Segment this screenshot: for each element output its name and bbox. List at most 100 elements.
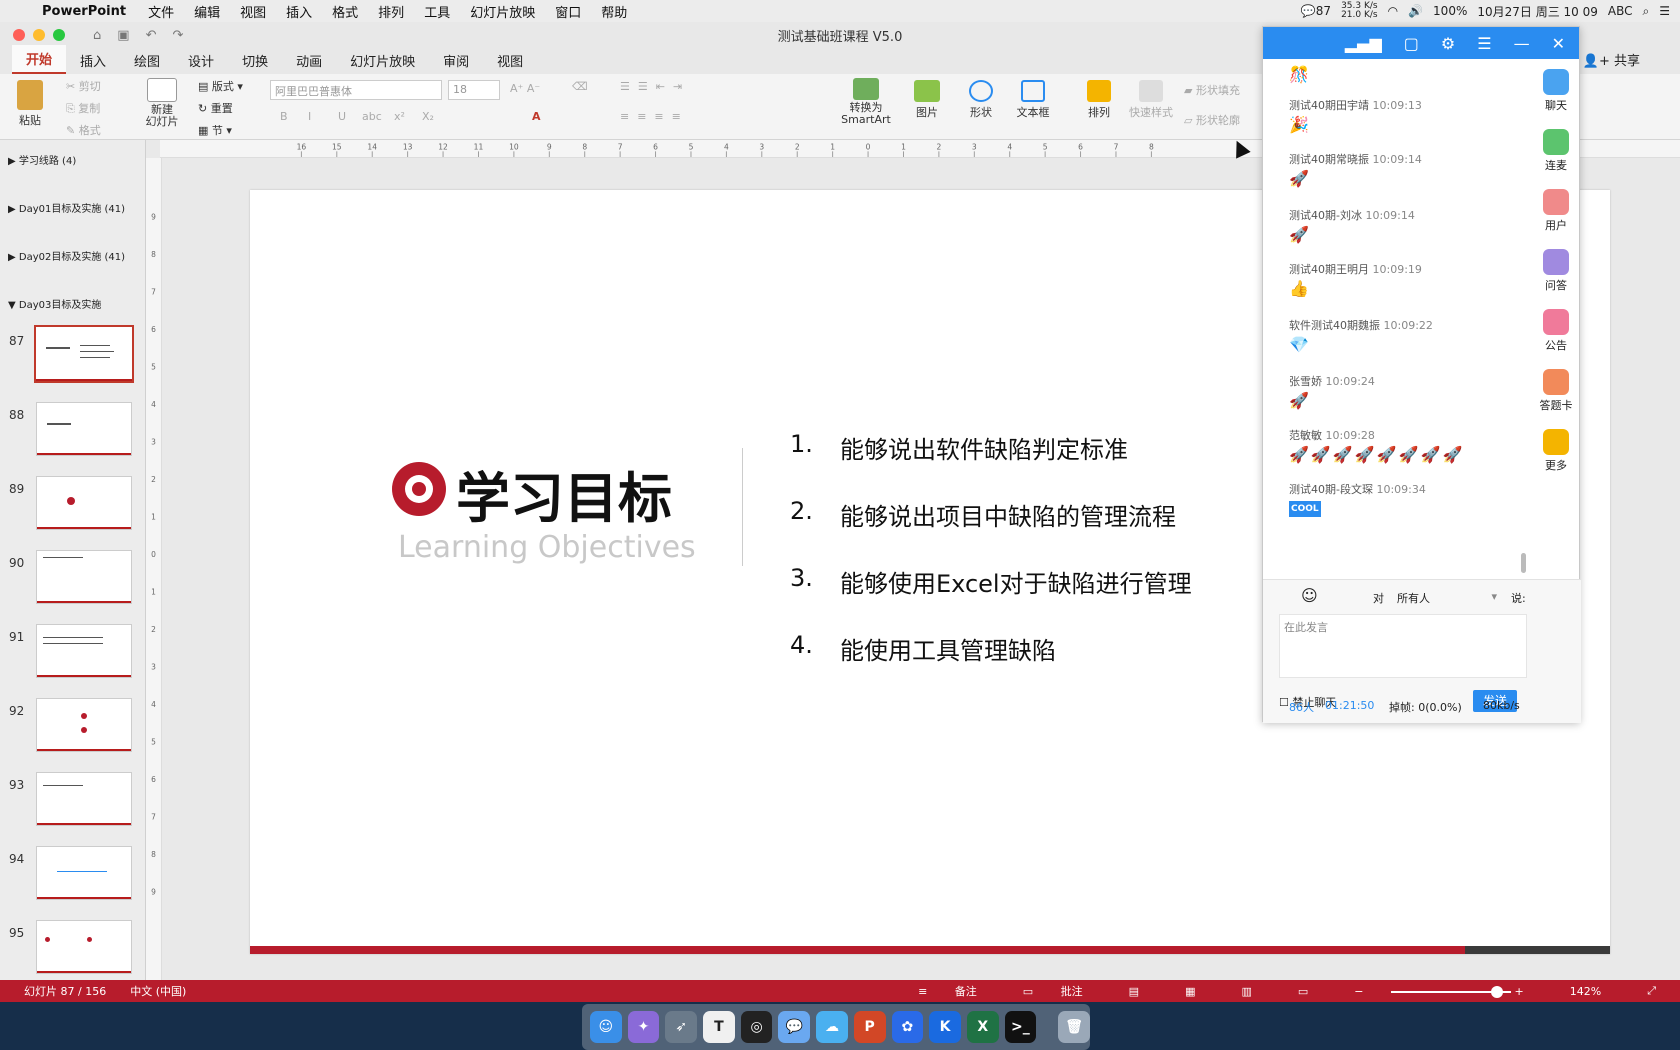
objective-item[interactable]: 4. 能使用工具管理缺陷 (790, 631, 1056, 666)
fit-window-icon[interactable]: ⤢ (1647, 984, 1656, 998)
chat-input[interactable]: 在此发言 (1279, 614, 1527, 678)
convert-smartart-button[interactable]: 转换为 SmartArt (840, 78, 892, 126)
reset-button[interactable]: ↻ 重置 (198, 100, 233, 116)
volume-icon[interactable]: 🔊 (1408, 4, 1423, 18)
chat-scrollbar[interactable] (1521, 553, 1526, 573)
safari-icon[interactable]: ◎ (740, 1011, 773, 1043)
cut-button[interactable]: ✂ 剪切 (66, 78, 101, 94)
strikethrough-button[interactable]: abc (362, 110, 382, 123)
slide-thumbnail-row[interactable]: 94 (0, 846, 146, 906)
input-method[interactable]: ABC (1608, 4, 1633, 18)
launchpad-icon[interactable]: ✦ (627, 1011, 660, 1043)
shape-button[interactable]: 形状 (964, 80, 998, 120)
font-size-select[interactable]: 18 (448, 80, 500, 100)
zoom-window-button[interactable] (53, 29, 65, 41)
wifi-icon[interactable]: ◠ (1388, 4, 1398, 18)
slideshow-view-icon[interactable]: ▭ (1298, 985, 1308, 998)
qa-tab[interactable]: 问答 (1537, 249, 1575, 293)
normal-view-icon[interactable]: ▤ (1129, 985, 1139, 998)
tab-animations[interactable]: 动画 (282, 47, 336, 74)
tab-view[interactable]: 视图 (483, 47, 537, 74)
quick-style-button[interactable]: 快速样式 (1126, 80, 1176, 120)
slide-thumbnail[interactable] (36, 846, 132, 900)
subscript-button[interactable]: X₂ (422, 110, 434, 123)
tab-insert[interactable]: 插入 (66, 47, 120, 74)
slide-thumbnail[interactable] (36, 402, 132, 456)
minimize-icon[interactable]: — (1514, 34, 1530, 53)
section-header[interactable]: ▶ 学习线路 (4) (8, 152, 76, 167)
users-tab[interactable]: 用户 (1537, 189, 1575, 233)
save-icon[interactable]: ▣ (117, 28, 129, 43)
layout-button[interactable]: ▤ 版式 ▾ (198, 78, 243, 94)
textbox-button[interactable]: 文本框 (1014, 80, 1052, 120)
cloud-icon[interactable]: ☁ (816, 1011, 848, 1043)
slide-thumbnail-row[interactable]: 95 (0, 920, 146, 980)
share-button[interactable]: 👤+ 共享 (1583, 50, 1640, 74)
copy-button[interactable]: ⎘ 复制 (66, 100, 100, 116)
minimize-window-button[interactable] (33, 29, 45, 41)
slide-title[interactable]: 学习目标 (456, 454, 672, 533)
objective-item[interactable]: 3. 能够使用Excel对于缺陷进行管理 (790, 564, 1192, 599)
font-name-select[interactable]: 阿里巴巴普惠体 (270, 80, 442, 100)
slide-thumbnail[interactable] (36, 920, 132, 974)
datetime[interactable]: 10月27日 周三 10 09 (1477, 3, 1598, 20)
slide-thumbnail[interactable] (36, 550, 132, 604)
settings-icon[interactable]: ⚙ (1441, 34, 1455, 53)
section-header[interactable]: ▼ Day03目标及实施 (8, 296, 101, 311)
menu-window[interactable]: 窗口 (545, 2, 591, 21)
signal-icon[interactable]: ▂▄▆ (1345, 34, 1382, 53)
chat-message-list[interactable]: 🎊 测试40期田宇靖 10:09:13 🎉 测试40期常晓振 10:09:14 … (1263, 59, 1533, 579)
objective-item[interactable]: 2. 能够说出项目中缺陷的管理流程 (790, 497, 1176, 532)
slide-counter[interactable]: 幻灯片 87 / 156 (24, 983, 106, 999)
language-indicator[interactable]: 中文 (中国) (130, 983, 186, 999)
chat-badge-icon[interactable]: 💬87 (1301, 4, 1331, 18)
tab-review[interactable]: 审阅 (429, 47, 483, 74)
window-mode-icon[interactable]: ▢ (1404, 34, 1419, 53)
menu-view[interactable]: 视图 (230, 2, 276, 21)
rocket-icon[interactable]: ➶ (665, 1011, 698, 1043)
shape-fill-button[interactable]: ▰ 形状填充 (1184, 82, 1240, 98)
powerpoint-icon[interactable]: P (853, 1011, 886, 1043)
tab-slideshow[interactable]: 幻灯片放映 (336, 47, 429, 74)
battery-level[interactable]: 100% (1433, 4, 1467, 18)
format-painter-button[interactable]: ✎ 格式 (66, 122, 101, 138)
notice-tab[interactable]: 公告 (1537, 309, 1575, 353)
undo-icon[interactable]: ↶ (146, 28, 157, 43)
typora-icon[interactable]: T (703, 1011, 735, 1043)
tab-draw[interactable]: 绘图 (120, 47, 174, 74)
list-buttons[interactable]: ☰☰⇤⇥ (620, 80, 690, 93)
align-buttons[interactable]: ≡≡≡≡ (620, 110, 689, 123)
tab-home[interactable]: 开始 (12, 45, 67, 74)
font-grow-button[interactable]: A⁺ A⁻ (510, 82, 540, 95)
menu-slideshow[interactable]: 幻灯片放映 (460, 2, 545, 21)
slide-thumbnail[interactable] (36, 476, 132, 530)
underline-button[interactable]: U (338, 110, 346, 123)
k-app-icon[interactable]: K (929, 1011, 961, 1043)
emoji-picker-icon[interactable]: ☺ (1301, 586, 1318, 605)
font-color-button[interactable]: A (532, 110, 541, 123)
comments-button[interactable]: ▭ 批注 (1023, 983, 1083, 999)
objective-item[interactable]: 1. 能够说出软件缺陷判定标准 (790, 430, 1128, 465)
answer-card-tab[interactable]: 答题卡 (1537, 369, 1575, 413)
home-icon[interactable]: ⌂ (93, 28, 101, 43)
menu-insert[interactable]: 插入 (276, 2, 322, 21)
menu-tools[interactable]: 工具 (414, 2, 460, 21)
slide-subtitle[interactable]: Learning Objectives (398, 530, 696, 565)
slide-thumbnail-row[interactable]: 92 (0, 698, 146, 758)
sorter-view-icon[interactable]: ▦ (1185, 985, 1195, 998)
paste-button[interactable]: 粘贴 (12, 80, 48, 128)
section-header[interactable]: ▶ Day01目标及实施 (41) (8, 200, 125, 215)
mic-tab[interactable]: 连麦 (1537, 129, 1575, 173)
network-app-icon[interactable]: ✿ (891, 1011, 924, 1043)
arrange-button[interactable]: 排列 (1082, 80, 1116, 120)
slide-thumbnail-row[interactable]: 87 (0, 325, 146, 388)
menu-arrange[interactable]: 排列 (368, 2, 414, 21)
finder-icon[interactable]: ☺ (590, 1011, 622, 1043)
chat-app-icon[interactable]: 💬 (778, 1011, 811, 1043)
zoom-slider[interactable]: − + (1354, 985, 1524, 998)
notes-button[interactable]: ≡ 备注 (918, 983, 977, 999)
slide-thumbnail[interactable] (36, 698, 132, 752)
search-icon[interactable]: ⌕ (1643, 4, 1650, 19)
picture-button[interactable]: 图片 (910, 80, 944, 120)
slide-thumbnail-row[interactable]: 90 (0, 550, 146, 610)
